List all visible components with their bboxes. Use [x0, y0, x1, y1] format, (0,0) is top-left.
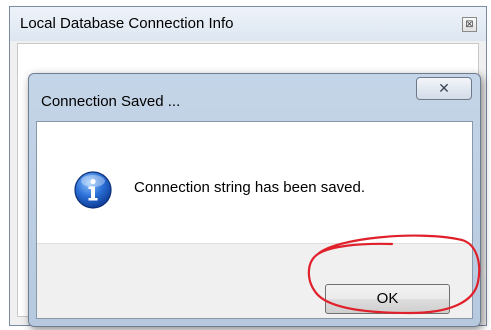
message-area: Connection string has been saved. [37, 122, 472, 243]
connection-saved-dialog: Connection Saved ... ✕ Connection string… [28, 73, 481, 327]
message-text: Connection string has been saved. [134, 179, 365, 196]
dialog-title: Connection Saved ... [41, 93, 181, 110]
background-window-close-button[interactable]: ⊠ [462, 17, 477, 32]
background-window-title: Local Database Connection Info [20, 15, 234, 32]
ok-button[interactable]: OK [325, 284, 450, 314]
background-window-titlebar: Local Database Connection Info ⊠ [10, 7, 486, 41]
button-area: OK [37, 243, 472, 318]
dialog-content: Connection string has been saved. OK [36, 121, 473, 319]
information-icon [73, 170, 113, 210]
dialog-close-button[interactable]: ✕ [416, 77, 472, 100]
screenshot-stage: Local Database Connection Info ⊠ Connect… [0, 0, 491, 330]
